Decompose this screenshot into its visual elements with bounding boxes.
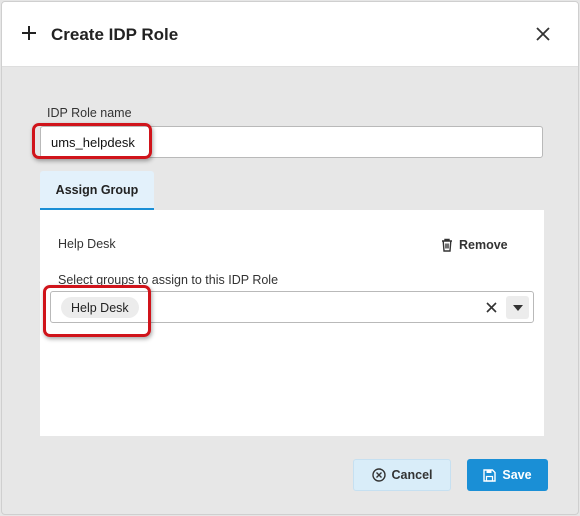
close-icon[interactable] bbox=[535, 26, 551, 42]
role-name-input[interactable] bbox=[40, 126, 543, 158]
trash-icon bbox=[442, 238, 452, 252]
remove-button[interactable]: Remove bbox=[441, 235, 508, 255]
selected-group-chip[interactable]: Help Desk bbox=[61, 297, 139, 318]
cancel-label: Cancel bbox=[391, 468, 433, 482]
save-icon bbox=[483, 468, 497, 482]
save-button[interactable]: Save bbox=[467, 459, 548, 491]
select-groups-label: Select groups to assign to this IDP Role bbox=[58, 273, 279, 287]
save-label: Save bbox=[502, 468, 532, 482]
create-idp-role-dialog: Create IDP Role IDP Role name Assign Gro… bbox=[1, 1, 579, 515]
remove-label: Remove bbox=[459, 238, 508, 252]
clear-icon[interactable] bbox=[485, 301, 498, 314]
dialog-header: Create IDP Role bbox=[2, 2, 578, 67]
tab-assign-group[interactable]: Assign Group bbox=[40, 171, 154, 210]
dialog-title: Create IDP Role bbox=[51, 25, 179, 44]
cancel-circle-icon bbox=[371, 468, 386, 482]
cancel-button[interactable]: Cancel bbox=[353, 459, 451, 491]
plus-icon bbox=[22, 26, 36, 40]
caret-down-icon bbox=[512, 304, 523, 311]
role-name-label: IDP Role name bbox=[47, 106, 132, 120]
group-name: Help Desk bbox=[58, 237, 116, 251]
dropdown-button[interactable] bbox=[506, 296, 529, 319]
groups-select[interactable]: Help Desk bbox=[50, 291, 534, 323]
assign-group-panel: Help Desk Remove Select groups to assign… bbox=[40, 210, 544, 436]
